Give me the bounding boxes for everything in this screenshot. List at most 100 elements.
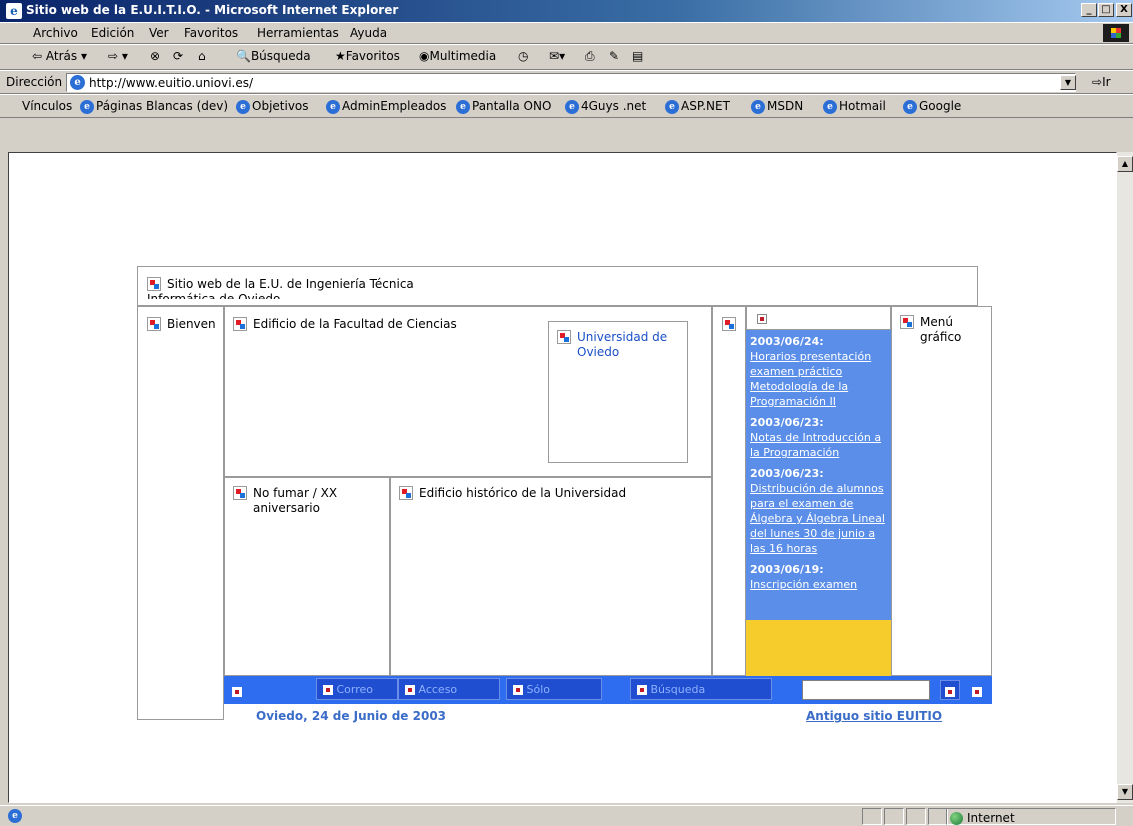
nav-correo-button[interactable]: Correo <box>316 678 398 700</box>
refresh-button[interactable]: ⟳ <box>173 49 183 63</box>
link-paginas-blancas[interactable]: e Páginas Blancas (dev) <box>80 99 228 114</box>
zone-indicator: Internet <box>950 811 1015 825</box>
news-panel: 2003/06/24: Horarios presentación examen… <box>746 330 891 620</box>
ie-page-icon: e <box>823 99 837 114</box>
status-cell <box>906 808 926 825</box>
discuss-icon: ▤ <box>632 49 644 63</box>
news-link[interactable]: Inscripción examen <box>750 578 857 591</box>
site-header-alt: Sitio web de la E.U. de Ingeniería Técni… <box>147 277 414 299</box>
broken-image-icon <box>233 317 247 331</box>
link-google[interactable]: e Google <box>903 99 961 114</box>
nav-start-icon <box>232 686 242 697</box>
history-button[interactable]: ◷ <box>518 49 528 63</box>
forward-arrow-icon: ⇨ <box>108 49 119 63</box>
ie-page-icon: e <box>751 99 765 114</box>
scroll-down-arrow[interactable]: ▼ <box>1117 784 1133 800</box>
menu-ver[interactable]: Ver <box>149 26 169 40</box>
universidad-link-box[interactable]: Universidad de Oviedo <box>548 321 688 463</box>
favorites-button[interactable]: ★Favoritos <box>335 49 400 63</box>
link-adminempleados[interactable]: e AdminEmpleados <box>326 99 446 114</box>
toolbar: ⇦ Atrás ▾ ⇨ ▾ ⊗ ⟳ ⌂ 🔍Búsqueda ★Favoritos… <box>0 44 1133 70</box>
link-aspnet[interactable]: e ASP.NET <box>665 99 730 114</box>
stop-button[interactable]: ⊗ <box>150 49 160 63</box>
link-hotmail[interactable]: e Hotmail <box>823 99 886 114</box>
edit-icon: ✎ <box>609 49 620 63</box>
menu-grafico-alt: Menú gráfico <box>920 315 962 344</box>
site-search-input[interactable] <box>802 680 930 700</box>
news-date: 2003/06/24: <box>750 335 824 348</box>
vertical-scrollbar[interactable]: ▲ ▼ <box>1117 152 1133 803</box>
link-label: MSDN <box>767 99 804 113</box>
go-button[interactable]: ⇨Ir <box>1092 75 1111 89</box>
nav-busqueda-button[interactable]: Búsqueda <box>630 678 772 700</box>
menu-grafico-image: Menú gráfico <box>891 306 992 676</box>
search-submit-icon <box>945 686 955 697</box>
discuss-button[interactable]: ▤ <box>632 49 643 63</box>
link-label: AdminEmpleados <box>342 99 447 113</box>
address-input[interactable]: e http://www.euitio.uniovi.es/ <box>66 73 1076 92</box>
back-label: Atrás <box>45 49 78 63</box>
home-button[interactable]: ⌂ <box>198 49 206 63</box>
favorites-icon: ★ <box>335 49 346 63</box>
nav-solo-button[interactable]: Sólo <box>506 678 602 700</box>
search-submit-button[interactable] <box>940 680 960 700</box>
spacer-image <box>712 306 746 676</box>
news-link[interactable]: Distribución de alumnos para el examen d… <box>750 482 885 555</box>
back-button[interactable]: ⇦ Atrás ▾ <box>32 49 87 63</box>
status-cell <box>862 808 882 825</box>
link-pantalla-ono[interactable]: e Pantalla ONO <box>456 99 551 114</box>
link-label: Objetivos <box>252 99 309 113</box>
link-label: Pantalla ONO <box>472 99 552 113</box>
title-bar[interactable]: e Sitio web de la E.U.I.T.I.O. - Microso… <box>0 0 1133 22</box>
refresh-icon: ⟳ <box>173 49 184 63</box>
link-objetivos[interactable]: e Objetivos <box>236 99 309 114</box>
menu-ayuda[interactable]: Ayuda <box>350 26 387 40</box>
footer-date: Oviedo, 24 de Junio de 2003 <box>256 709 447 723</box>
menu-herramientas[interactable]: Herramientas <box>257 26 339 40</box>
link-msdn[interactable]: e MSDN <box>751 99 803 114</box>
minimize-button[interactable]: _ <box>1081 3 1097 17</box>
status-cell <box>884 808 904 825</box>
universidad-link[interactable]: Universidad de Oviedo <box>577 330 673 360</box>
old-site-link[interactable]: Antiguo sitio EUITIO <box>806 709 942 723</box>
broken-image-icon <box>972 686 982 697</box>
nav-label: Sólo <box>526 683 551 696</box>
ie-page-icon: e <box>903 99 917 114</box>
news-link[interactable]: Horarios presentación examen práctico Me… <box>750 350 871 408</box>
forward-button[interactable]: ⇨ ▾ <box>108 49 128 63</box>
site-header-image: Sitio web de la E.U. de Ingeniería Técni… <box>137 266 978 306</box>
stop-icon: ⊗ <box>150 49 161 63</box>
maximize-button[interactable]: □ <box>1098 3 1114 17</box>
print-button[interactable]: ⎙ <box>585 49 595 64</box>
link-label: ASP.NET <box>681 99 730 113</box>
menu-bar: Archivo Edición Ver Favoritos Herramient… <box>0 22 1133 44</box>
ie-page-icon: e <box>665 99 679 114</box>
menu-edicion[interactable]: Edición <box>91 26 134 40</box>
broken-image-icon <box>147 317 161 331</box>
menu-archivo[interactable]: Archivo <box>33 26 78 40</box>
nav-icon <box>405 685 415 695</box>
ie-page-icon: e <box>565 99 579 114</box>
mail-button[interactable]: ✉▾ <box>549 49 565 63</box>
close-button[interactable]: X <box>1116 3 1132 17</box>
link-label: 4Guys .net <box>581 99 647 113</box>
news-link[interactable]: Notas de Introducción a la Programación <box>750 431 881 459</box>
mail-icon: ✉ <box>549 49 560 63</box>
link-4guys[interactable]: e 4Guys .net <box>565 99 646 114</box>
search-button[interactable]: 🔍Búsqueda <box>236 49 311 63</box>
scroll-up-arrow[interactable]: ▲ <box>1117 156 1133 172</box>
menu-favoritos[interactable]: Favoritos <box>184 26 238 40</box>
home-icon: ⌂ <box>198 49 206 63</box>
address-dropdown-button[interactable]: ▼ <box>1060 75 1076 90</box>
windows-flag-icon <box>1103 24 1129 42</box>
nav-acceso-button[interactable]: Acceso <box>398 678 500 700</box>
search-icon: 🔍 <box>236 49 251 63</box>
edit-button[interactable]: ✎ <box>609 49 619 63</box>
broken-image-icon <box>900 315 914 329</box>
ie-page-icon: e <box>236 99 250 114</box>
broken-image-icon <box>233 486 247 500</box>
media-button[interactable]: ◉Multimedia <box>419 49 496 63</box>
edificio-historico-image: Edificio histórico de la Universidad <box>390 477 712 676</box>
print-icon: ⎙ <box>585 49 595 63</box>
ie-page-icon: e <box>8 809 22 823</box>
